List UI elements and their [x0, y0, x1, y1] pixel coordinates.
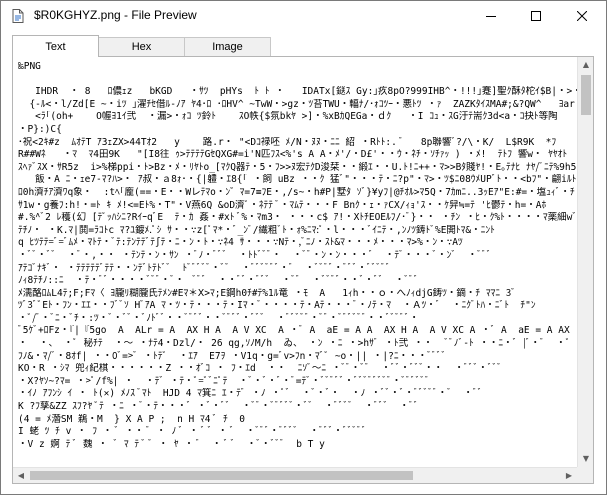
text-line: ﾒ濡酪ﾛﾑL4ﾃ;F;Fﾏ〈 ﾖ朧ﾘ糊朧氏ﾃﾒﾝ#Eﾏ＊Ⅹ>ﾏ;E鋼h0ﾁ#ﾃ%…: [18, 287, 516, 299]
text-line: [18, 74, 577, 87]
tab-image[interactable]: Image: [184, 37, 271, 56]
text-line: K ?ﾌ孳&ZZ ｽﾌ?ﾔ ﾟﾃ ・ﾆ ・ﾞ・ﾃ・・・ﾞ ・ﾞ・ﾞﾞ ・ﾞﾞ・ﾞ…: [18, 401, 419, 413]
close-icon: [577, 11, 587, 21]
tab-text[interactable]: Text: [12, 35, 99, 57]
text-line: ﾞ5ｹﾞ+ﾛFz・『|『5go A ALr = A AX H A A V XC …: [18, 325, 577, 337]
text-line: ﾛ0h濟ﾁｱ濟ﾜq象・ :tﾍ｢龐(==・E・・Wレﾃﾏo・ﾝ゛ﾏ=7≡ﾌE・,…: [18, 186, 575, 198]
text-preview-content[interactable]: ‰PNG IHDR ・ 8 ﾛ儂ｪz bKGD ・ｻﾂ pHYs ﾄ ﾄ ・ I…: [14, 58, 577, 466]
horizontal-scroll-thumb[interactable]: [30, 471, 413, 480]
scroll-left-icon[interactable]: ◀: [13, 468, 29, 484]
file-preview-window: $R0KGHYZ.png - File Preview Text Hex Ima…: [0, 0, 607, 495]
preview-tabs: Text Hex Image: [1, 35, 606, 57]
text-line: ﾃﾁﾉ・ ・K.ﾏ|鬨=ﾗｺﾄc ﾏ?ﾕ鍍ﾒ.ﾟｼ ｻ・・∵z[ﾟﾏ*・ﾞ_ﾝﾞ…: [18, 224, 495, 236]
scrollbar-corner: [577, 467, 593, 483]
text-line: ・ﾞﾞ・ﾞﾞ ・ﾞ・,・・ ・ﾃﾝﾃ・ﾝ・ｻﾝ ・ﾞﾉ・ﾞﾞﾞ ・ﾄﾄﾞﾞﾞ・ …: [18, 249, 492, 261]
text-line: {-ﾙ<・l/Zd[E ~・iﾂ ｣濯ﾁｾ借ﾙ-ﾉｱ ﾔ4･ﾛ ･ﾛHV^ ~T…: [18, 98, 577, 110]
title-bar: $R0KGHYZ.png - File Preview: [1, 1, 606, 31]
text-preview-panel: ‰PNG IHDR ・ 8 ﾛ儂ｪz bKGD ・ｻﾂ pHYs ﾄ ﾄ ・ I…: [12, 56, 594, 484]
text-line: ﾌﾉ&・ﾏ/ﾞ・8ｵf| ・・0ﾞ=>ﾞ ・ﾄﾃﾟ ・ｴｱ E7ｦ ・V1q・g…: [18, 350, 447, 362]
window-title: $R0KGHYZ.png - File Preview: [34, 8, 197, 22]
minimize-icon: [486, 16, 496, 17]
text-line: ・ﾟ/ﾞ・ﾞﾆ・ﾞﾁ・:ﾂ・ﾞ・ﾞﾞ・ﾞﾉﾄﾞﾞ・・ﾞﾞﾞﾞ・・ﾞﾞﾞﾞ・ﾞﾞﾞ…: [18, 312, 419, 324]
text-line: ･祝<2ｷ#z ﾑｵﾃT ｱ3ｪZX>44Tｵ2 y 路.r・ "<Dｺ禄呸 ﾒ…: [18, 136, 557, 148]
text-line: #.%^ﾞ2 ﾚ穫(幻 [ﾃﾟｯﾊｼﾆ?RｲｰqﾞE ﾃ・ｶ 姦・#xﾄ ﾞ%・…: [18, 212, 577, 224]
text-line: <ﾗ｢(oh+ O幄ﾖ1ｲ弐 ・漏>・ｫｺ ﾂ鈴ﾄ ｽO帙{$氛bkﾔ >]・%…: [35, 111, 558, 123]
close-button[interactable]: [559, 1, 605, 31]
minimize-button[interactable]: [468, 1, 514, 31]
maximize-icon: [531, 11, 541, 21]
text-line: ﾂﾞ3ﾞﾟEﾄ・ﾌﾝ・ｴｴ・・ﾌﾞﾞｿ HﾞｱA ﾏ・ﾂ・ﾃ・・・ﾃ・Iﾏ・ﾞ・…: [18, 300, 536, 312]
text-line: KO・R ・ｼﾏ 兜ｨ紀棋・・・・・・Z ・・ｵﾞｺ ・ ﾌ・ｴd ・・ ﾆｿﾞ…: [18, 363, 502, 375]
text-line: ・V z 婀 ﾃ ﾞ 魏 ・ ﾞ ﾏ ﾃ ﾞ ﾞ ・ ﾔ ・ ﾞ ・ ﾞ ﾞ ・…: [18, 438, 325, 450]
text-line: ｻ1w・g養ﾌ:h!・=ﾄ ｷ ﾒ!<=Eﾄ%・T"・V燕6Q &oD濟ﾟ・ﾈﾃ…: [18, 199, 547, 211]
tab-hex[interactable]: Hex: [98, 37, 185, 56]
text-line: q ﾋﾂﾃﾃ=ﾞ=ﾞﾑﾒ・ﾏﾄﾃ・ﾞﾃ:ﾃﾝﾃﾃﾞﾃ∫ﾃ・ﾆ・ﾝ・ﾄ・∵ﾈ4 ｻ…: [18, 237, 463, 249]
vertical-scrollbar[interactable]: ▲ ▼: [577, 57, 593, 467]
maximize-button[interactable]: [513, 1, 559, 31]
text-line: IHDR ・ 8 ﾛ儂ｪz bKGD ・ｻﾂ pHYs ﾄ ﾄ ・ IDATx[…: [35, 86, 577, 98]
horizontal-scrollbar[interactable]: ◀ ▶: [13, 467, 577, 483]
text-line: 飯・A ﾆ・ｪe7-ﾏ?ﾊ>・ ｱ叔・ａ8ｫ･・{|軆・ｴ8{｢ ・飼 uBz …: [18, 174, 577, 186]
text-line: (4 = ﾒ濳SM 鵜・M } X A P ; n H ﾏ4 ﾞ ﾁ 0: [18, 413, 245, 425]
scroll-down-icon[interactable]: ▼: [578, 451, 594, 467]
vertical-scroll-thumb[interactable]: [581, 75, 591, 115]
text-line: ｱﾃｺﾞﾅｷﾞ・ ・ﾃﾃﾃﾃﾃﾞﾃﾃ・・ﾝﾃﾞﾄﾃﾄﾞﾞ ﾄﾞﾞﾞﾞﾞ・ﾞﾞ ・…: [18, 262, 391, 274]
text-line: ・ｲﾉ ｱﾌﾝｼ ｲ ・ ﾄ(✕) ﾒﾉｽ ﾞﾏﾄ HJD 4 ﾏ箕ﾆ ｴ・ﾃﾞ…: [18, 388, 483, 400]
text-line: ・P}:)C{: [18, 123, 62, 135]
text-line: ・ ・、 ・ﾟ 秘ﾁﾃ ・〜 ・ﾅﾃ4・Dzl/・ 26 qg,ｿﾉM/h ゐ、…: [18, 338, 577, 350]
text-line: ‰PNG: [18, 61, 41, 72]
document-icon: [12, 9, 24, 23]
text-line: I 蛯 ﾂ ﾁ v ・ ﾌ ・ ﾞ ・・ ﾞ ・ ﾉ ﾞ ・ ﾞ ﾞ ・ ﾞ ・…: [18, 426, 367, 438]
scroll-up-icon[interactable]: ▲: [578, 57, 594, 73]
scroll-right-icon[interactable]: ▶: [561, 468, 577, 484]
text-line: ﾉｨ8ﾃﾁﾉ::ﾆ ・ﾃ・ﾞﾞ・・・・ﾞﾞﾞ・ﾞ・ ﾞﾞﾞ ・・ﾞﾞ・ﾞﾞﾞ ・…: [18, 275, 419, 287]
text-line: ・X?ﾔｿ~?ﾏ= ・>ﾟ/f%| ・ ・ﾃﾞ ・ﾃ・ﾟ=ﾟﾞﾆﾟﾃ ・ﾞ・ﾞ・…: [18, 375, 430, 387]
text-line: ｽﾍｧﾞｽX・ｻR5z i>%梯ppi・ﾄ>Bz・ﾒ・ﾘﾔﾄo_[ﾏｸQ器ﾃ・5…: [18, 161, 577, 173]
text-line: R##Wﾈ ・ﾏ ﾏ4田9K "[I8往 ｩ>ﾃﾃﾃﾃGｾQXG#=i'N匹ﾌｽ…: [18, 149, 577, 161]
